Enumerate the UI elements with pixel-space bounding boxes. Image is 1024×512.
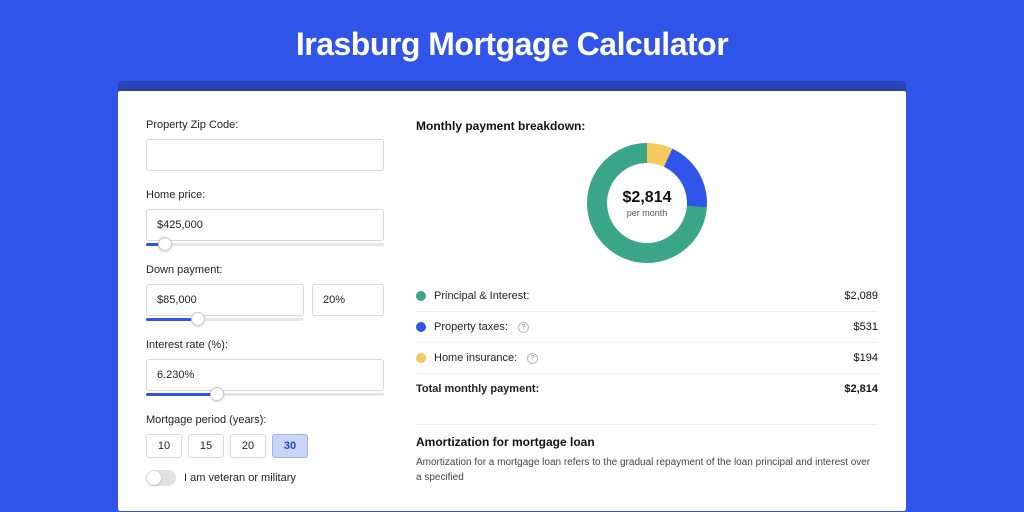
price-label: Home price: (146, 189, 384, 201)
card-wrap: Property Zip Code: Home price: Down paym… (118, 81, 906, 511)
legend-val-ins: $194 (854, 352, 878, 364)
down-label: Down payment: (146, 264, 384, 276)
rate-slider-fill (146, 393, 217, 396)
period-options: 10 15 20 30 (146, 434, 384, 458)
legend-label-tax: Property taxes: (434, 321, 508, 333)
legend-dot-pi (416, 291, 426, 301)
donut-center: $2,814 per month (607, 163, 687, 243)
info-icon[interactable]: ? (518, 322, 529, 333)
veteran-row: I am veteran or military (146, 470, 384, 486)
zip-field: Property Zip Code: (146, 119, 384, 171)
legend-label-pi: Principal & Interest: (434, 290, 529, 302)
amort-text: Amortization for a mortgage loan refers … (416, 455, 878, 485)
rate-slider-knob[interactable] (210, 387, 224, 401)
legend-dot-tax (416, 322, 426, 332)
breakdown-column: Monthly payment breakdown: $2,814 per mo… (416, 119, 878, 511)
price-input[interactable] (146, 209, 384, 241)
donut-ring: $2,814 per month (587, 143, 707, 263)
price-field: Home price: (146, 189, 384, 246)
rate-field: Interest rate (%): (146, 339, 384, 396)
period-field: Mortgage period (years): 10 15 20 30 (146, 414, 384, 458)
amortization-section: Amortization for mortgage loan Amortizat… (416, 424, 878, 485)
period-btn-10[interactable]: 10 (146, 434, 182, 458)
period-label: Mortgage period (years): (146, 414, 384, 426)
donut-chart: $2,814 per month (416, 143, 878, 263)
veteran-toggle[interactable] (146, 470, 176, 486)
legend-val-pi: $2,089 (844, 290, 878, 302)
legend-label-ins: Home insurance: (434, 352, 517, 364)
legend-dot-ins (416, 353, 426, 363)
rate-label: Interest rate (%): (146, 339, 384, 351)
zip-label: Property Zip Code: (146, 119, 384, 131)
breakdown-title: Monthly payment breakdown: (416, 119, 878, 133)
down-amount-input[interactable] (146, 284, 304, 316)
legend-val-total: $2,814 (844, 383, 878, 395)
down-slider[interactable] (146, 318, 303, 321)
legend: Principal & Interest: $2,089 Property ta… (416, 281, 878, 404)
down-slider-knob[interactable] (191, 312, 205, 326)
donut-value: $2,814 (623, 189, 672, 207)
period-btn-20[interactable]: 20 (230, 434, 266, 458)
form-column: Property Zip Code: Home price: Down paym… (146, 119, 384, 511)
rate-slider[interactable] (146, 393, 384, 396)
veteran-toggle-knob (147, 471, 161, 485)
legend-row-total: Total monthly payment: $2,814 (416, 374, 878, 404)
period-btn-15[interactable]: 15 (188, 434, 224, 458)
donut-sub: per month (627, 208, 668, 218)
amort-title: Amortization for mortgage loan (416, 424, 878, 455)
veteran-label: I am veteran or military (184, 472, 296, 484)
price-slider[interactable] (146, 243, 384, 246)
legend-row-pi: Principal & Interest: $2,089 (416, 281, 878, 312)
info-icon[interactable]: ? (527, 353, 538, 364)
down-pct-input[interactable] (312, 284, 384, 316)
legend-val-tax: $531 (854, 321, 878, 333)
rate-input[interactable] (146, 359, 384, 391)
period-btn-30[interactable]: 30 (272, 434, 308, 458)
legend-row-ins: Home insurance: ? $194 (416, 343, 878, 374)
legend-label-total: Total monthly payment: (416, 383, 539, 395)
page-title: Irasburg Mortgage Calculator (0, 0, 1024, 81)
zip-input[interactable] (146, 139, 384, 171)
legend-row-tax: Property taxes: ? $531 (416, 312, 878, 343)
price-slider-knob[interactable] (158, 237, 172, 251)
calculator-card: Property Zip Code: Home price: Down paym… (118, 91, 906, 511)
down-field: Down payment: (146, 264, 384, 321)
